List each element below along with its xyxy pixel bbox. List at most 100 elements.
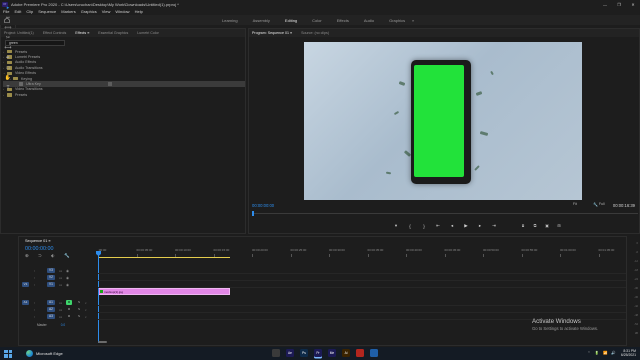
workspace-graphics[interactable]: Graphics (389, 18, 405, 23)
workspace-color[interactable]: Color (312, 18, 322, 23)
start-windows-icon[interactable] (4, 349, 12, 358)
timeline-zoom-scrollbar[interactable] (98, 340, 638, 344)
timeline-zoom-handle[interactable] (98, 341, 107, 343)
lock-icon[interactable]: ▫ (33, 315, 36, 319)
source-patch[interactable] (22, 268, 29, 273)
close-button[interactable]: ✕ (626, 0, 640, 8)
tab-lumetri-color[interactable]: Lumetri Color (137, 31, 159, 35)
program-playhead[interactable] (252, 211, 254, 216)
wifi-icon[interactable]: 📶 (603, 351, 607, 355)
eye-icon[interactable]: ◉ (66, 276, 69, 280)
audio-track-lane[interactable] (98, 299, 638, 306)
menu-window[interactable]: Window (115, 9, 129, 14)
sync-lock-icon[interactable]: ▭ (59, 283, 62, 287)
selection-tool-icon[interactable]: ▸ (4, 4, 12, 12)
source-patch[interactable]: A1 (22, 300, 29, 305)
tab-source[interactable]: Source: (no clips) (301, 31, 329, 35)
work-area-bar[interactable] (98, 257, 230, 258)
mute-button[interactable]: M (66, 300, 72, 305)
audio-track-header[interactable]: ▫ A2 ▭ M S ♪ (19, 306, 97, 313)
sync-lock-icon[interactable]: ▭ (59, 269, 62, 273)
taskbar-edge-item[interactable]: Microsoft Edge (26, 350, 63, 357)
go-to-in-icon[interactable]: ⇤ (435, 223, 441, 229)
effects-search-input[interactable]: green (5, 40, 65, 46)
tab-program[interactable]: Program: Sequence 01 ≡ (252, 31, 292, 35)
in-point-icon[interactable]: { (407, 224, 413, 229)
app-red-icon[interactable] (356, 349, 364, 357)
program-current-timecode[interactable]: 00:00:00:00 (252, 203, 274, 208)
audio-track-header[interactable]: ▫ A3 ▭ M S ♪ (19, 313, 97, 320)
minimize-button[interactable]: — (598, 0, 612, 8)
timeline-settings-icon[interactable]: 🔧 (64, 253, 70, 259)
video-track-lane[interactable] (98, 274, 638, 281)
step-back-icon[interactable]: ◂ (449, 223, 455, 229)
sync-lock-icon[interactable]: ▭ (59, 308, 62, 312)
photoshop-icon[interactable]: Ps (300, 349, 308, 357)
workspace-assembly[interactable]: Assembly (253, 18, 270, 23)
tab-effect-controls[interactable]: Effect Controls (43, 31, 67, 35)
workspace-editing[interactable]: Editing (285, 18, 297, 23)
volume-icon[interactable]: 🔊 (611, 351, 615, 355)
video-track-header[interactable]: ▫ V2 ▭ ◉ (19, 274, 97, 281)
menu-edit[interactable]: Edit (14, 9, 21, 14)
media-encoder-icon[interactable]: Me (328, 349, 336, 357)
timeline-timecode[interactable]: 00:00:00:00 (25, 246, 53, 252)
program-video-frame[interactable] (304, 42, 582, 200)
timeline-clip[interactable]: mockup(1).jpg (98, 288, 230, 295)
fit-dropdown[interactable]: Fit (573, 202, 587, 207)
lock-icon[interactable]: ▫ (33, 301, 36, 305)
lock-icon[interactable]: ▫ (33, 269, 36, 273)
video-track-lane[interactable] (98, 281, 638, 288)
file-explorer-icon[interactable] (272, 349, 280, 357)
snap-icon[interactable]: ⊃ (38, 253, 43, 259)
settings-wrench-icon[interactable]: 🔧 (593, 202, 598, 207)
resolution-dropdown[interactable]: Full (599, 202, 604, 206)
menu-clip[interactable]: Clip (26, 9, 33, 14)
master-track-header[interactable]: Master 0.0 (19, 321, 97, 328)
eye-icon[interactable]: ◉ (66, 269, 69, 273)
track-name[interactable]: V2 (47, 275, 55, 280)
workspace-learning[interactable]: Learning (222, 18, 238, 23)
rectangle-tool-icon[interactable]: ▭ (4, 64, 12, 72)
linked-selection-icon[interactable]: ⬖ (51, 253, 56, 259)
menu-view[interactable]: View (102, 9, 111, 14)
solo-button[interactable]: S (76, 314, 82, 319)
sync-lock-icon[interactable]: ▭ (59, 276, 62, 280)
mute-button[interactable]: M (66, 314, 72, 319)
source-patch[interactable]: V1 (22, 282, 29, 287)
insert-icon[interactable]: ⧈ (520, 223, 526, 228)
timeline-sequence-tab[interactable]: Sequence 01 ≡ (25, 239, 51, 243)
tray-overflow-icon[interactable]: ⌃ (587, 351, 590, 355)
maximize-button[interactable]: ❐ (612, 0, 626, 8)
lock-icon[interactable]: ▫ (33, 283, 36, 287)
go-to-out-icon[interactable]: ⇥ (491, 223, 497, 229)
pen-tool-icon[interactable]: ✒ (4, 54, 12, 62)
taskbar-clock[interactable]: 8:31 PM 6/25/2021 (621, 349, 636, 357)
workspace-effects[interactable]: Effects (337, 18, 349, 23)
audio-track-lane[interactable] (98, 306, 638, 313)
step-forward-icon[interactable]: ▸ (477, 223, 483, 229)
track-name[interactable]: V3 (47, 268, 55, 273)
microphone-icon[interactable]: ♪ (85, 308, 87, 312)
workspaces-more-icon[interactable]: » (412, 18, 414, 23)
hand-tool-icon[interactable]: ✋ (4, 74, 12, 82)
track-name[interactable]: A1 (47, 300, 55, 305)
solo-button[interactable]: S (76, 300, 82, 305)
source-patch[interactable] (22, 314, 29, 319)
track-name[interactable]: V1 (47, 282, 55, 287)
overwrite-icon[interactable]: ⧉ (532, 223, 538, 228)
timeline-playhead[interactable] (98, 251, 99, 343)
workspace-audio[interactable]: Audio (364, 18, 374, 23)
video-track-header[interactable]: ▫ V3 ▭ ◉ (19, 267, 97, 274)
lock-icon[interactable]: ▫ (33, 276, 36, 280)
after-effects-icon[interactable]: Ae (286, 349, 294, 357)
sync-lock-icon[interactable]: ▭ (59, 301, 62, 305)
button-editor-icon[interactable]: ⊞ (556, 223, 562, 228)
nest-icon[interactable]: ⊕ (25, 253, 30, 259)
microphone-icon[interactable]: ♪ (85, 301, 87, 305)
sync-lock-icon[interactable]: ▭ (59, 315, 62, 319)
solo-button[interactable]: S (76, 307, 82, 312)
eye-icon[interactable]: ◉ (66, 283, 69, 287)
tab-essential-graphics[interactable]: Essential Graphics (98, 31, 128, 35)
audio-track-header[interactable]: A1 ▫ A1 ▭ M S ♪ (19, 299, 97, 306)
